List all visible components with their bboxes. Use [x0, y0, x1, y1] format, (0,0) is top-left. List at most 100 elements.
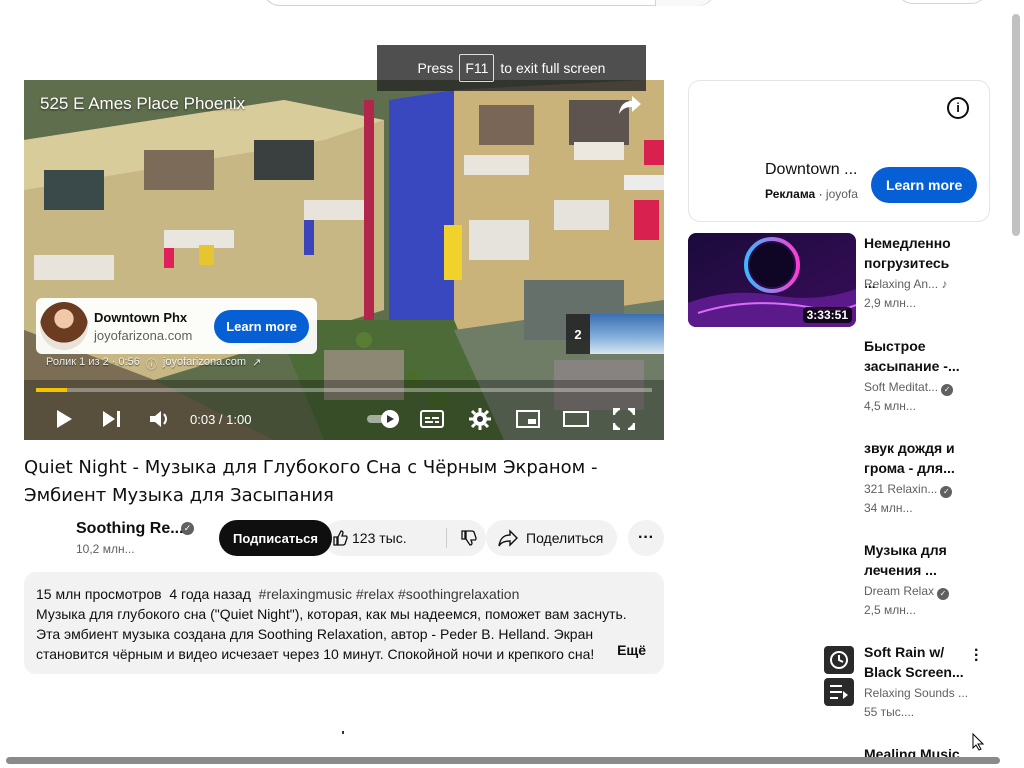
like-dislike-pill: 123 тыс.	[324, 520, 486, 556]
video-title: Quiet Night - Музыка для Глубокого Сна с…	[24, 457, 598, 506]
share-arrow-icon[interactable]	[618, 94, 642, 116]
channel-label: Soft Meditat...	[864, 380, 939, 394]
recommendation-views: 2,9 млн...	[864, 296, 916, 310]
recommendation-channel: Relaxing Sounds ...	[864, 686, 969, 700]
recommendation-channel: Relaxing An... ♪	[864, 277, 947, 291]
recommendation-views: 4,5 млн...	[864, 399, 916, 413]
skip-next-icon	[103, 411, 120, 427]
description-line-3: становится чёрным и видео исчезает через…	[36, 646, 595, 662]
ad-learn-more-button[interactable]: Learn more	[214, 309, 309, 343]
recommendation-views: 2,5 млн...	[864, 603, 916, 617]
verified-icon: ✓	[937, 588, 950, 600]
share-icon	[498, 529, 518, 547]
thumbs-up-icon[interactable]	[332, 530, 348, 546]
play-button[interactable]	[40, 401, 88, 437]
channel-name[interactable]: Soothing Re...	[76, 520, 184, 538]
subscribe-button[interactable]: Подписаться	[219, 520, 333, 556]
more-actions-button[interactable]: ···	[628, 520, 664, 556]
watch-later-button[interactable]	[824, 646, 854, 674]
search-button[interactable]	[655, 0, 715, 6]
more-options-icon[interactable]: · · ·	[974, 643, 979, 669]
horizontal-scrollbar[interactable]	[6, 757, 1000, 764]
verified-icon: ✓	[941, 384, 954, 396]
volume-button[interactable]	[136, 401, 184, 437]
recommendation-channel: Soft Meditat... ✓	[864, 380, 954, 396]
upload-age: 4 года назад	[169, 586, 251, 602]
recommendation-views: 55 тыс....	[864, 705, 915, 719]
recommendation-title[interactable]: звук дождя и грома - для...	[864, 438, 964, 478]
add-to-queue-button[interactable]	[824, 678, 854, 706]
miniplayer-icon	[516, 410, 540, 428]
sidebar-ad-domain: joyofa	[825, 187, 858, 201]
sidebar-ad-meta: Реклама · joyofa	[765, 187, 858, 201]
like-count[interactable]: 123 тыс.	[352, 530, 407, 546]
ad-meta-domain[interactable]: joyofarizona.com	[163, 356, 246, 372]
recommendation-title[interactable]: Soft Rain w/ Black Screen...	[864, 642, 964, 682]
clock-icon	[830, 651, 848, 669]
queue-icon	[830, 685, 848, 699]
volume-icon	[150, 411, 167, 427]
verified-icon: ✓	[940, 486, 953, 498]
sidebar-ad-title[interactable]: Downtown ...	[765, 161, 857, 179]
video-player[interactable]: 525 E Ames Place Phoenix Downtown Phx jo…	[24, 80, 664, 440]
next-button[interactable]	[88, 401, 136, 437]
ad-overlay-card[interactable]: Downtown Phx joyofarizona.com Learn more	[36, 298, 317, 354]
recommendation-item[interactable]: Soft Rain w/ Black Screen... · · · Relaxin…	[688, 642, 988, 732]
recommendation-thumbnail[interactable]: 3:33:51	[688, 233, 856, 327]
external-link-icon: ↗	[252, 357, 262, 369]
subtitles-icon	[420, 410, 444, 428]
recommendation-item[interactable]: звук дождя и грома - для... 321 Relaxin.…	[688, 438, 988, 528]
ad-queue-count: 2	[566, 314, 590, 354]
channel-label: Dream Relax	[864, 584, 935, 598]
stray-dot	[342, 731, 344, 734]
gear-icon	[469, 408, 491, 430]
description-box[interactable]: 15 млн просмотров 4 года назад #relaxing…	[24, 572, 664, 674]
miniplayer-button[interactable]	[504, 401, 552, 437]
sidebar-ad-learn-more-button[interactable]: Learn more	[871, 167, 978, 203]
search-box[interactable]	[262, 0, 716, 6]
player-overlay-title: 525 E Ames Place Phoenix	[40, 94, 246, 113]
recommendation-channel: 321 Relaxin... ✓	[864, 482, 953, 498]
thumbs-down-icon[interactable]	[460, 530, 478, 546]
sidebar-ad-label: Реклама	[765, 187, 816, 201]
channel-label: 321 Relaxin...	[864, 482, 938, 496]
subtitles-button[interactable]	[408, 401, 456, 437]
description-line-2: Эта эмбиент музыка создана для Soothing …	[36, 626, 594, 642]
recommendation-title[interactable]: Быстрое засыпание -...	[864, 336, 964, 376]
ad-info-icon[interactable]: ⓘ	[146, 356, 157, 372]
subscriber-count: 10,2 млн...	[76, 542, 135, 556]
progress-bar[interactable]	[36, 388, 652, 392]
settings-button[interactable]	[456, 401, 504, 437]
recommendation-title[interactable]: Музыка для лечения ...	[864, 540, 964, 580]
recommendation-channel: Dream Relax ✓	[864, 584, 950, 600]
view-count: 15 млн просмотров	[36, 586, 162, 602]
recommendation-item[interactable]: Быстрое засыпание -... Soft Meditat... ✓ …	[688, 336, 988, 426]
recommendation-item[interactable]: 3:33:51 Немедленно погрузитесь ... Relax…	[688, 233, 988, 333]
hint-press: Press	[417, 60, 454, 76]
music-note-icon: ♪	[941, 277, 948, 291]
description-more-button[interactable]: Ещё	[607, 640, 646, 660]
verified-icon: ✓	[181, 522, 194, 535]
channel-label: Relaxing An...	[864, 277, 939, 291]
progress-fill	[36, 388, 67, 392]
hashtags[interactable]: #relaxingmusic #relax #soothingrelaxatio…	[259, 586, 520, 602]
ad-meta-row: Ролик 1 из 2 · 0:56 ⓘ joyofarizona.com ↗	[46, 356, 261, 372]
share-button[interactable]: Поделиться	[486, 520, 618, 556]
description-meta: 15 млн просмотров 4 года назад #relaxing…	[36, 584, 652, 604]
player-controls: 0:03 / 1:00	[24, 398, 664, 440]
ad-queue-preview[interactable]: 2	[566, 314, 664, 354]
info-icon[interactable]: i	[947, 97, 969, 119]
hint-key: F11	[459, 54, 495, 82]
header-sign-in-pill[interactable]	[896, 0, 988, 4]
recommendation-item[interactable]: Музыка для лечения ... Dream Relax ✓ 2,5 …	[688, 540, 988, 630]
recommendation-views: 34 млн...	[864, 501, 913, 515]
channel-row: Soothing Re... ✓ 10,2 млн... Подписаться…	[24, 518, 664, 558]
vertical-scrollbar[interactable]	[1012, 14, 1020, 236]
ad-counter: Ролик 1 из 2 · 0:56	[46, 356, 140, 368]
autoplay-toggle[interactable]	[360, 401, 408, 437]
theater-mode-button[interactable]	[552, 401, 600, 437]
fullscreen-button[interactable]	[600, 401, 648, 437]
sidebar-ad-card[interactable]: i Downtown ... Реклама · joyofa Learn mo…	[688, 80, 990, 222]
advertiser-avatar	[40, 302, 88, 350]
ad-queue-thumbnail	[590, 314, 664, 354]
